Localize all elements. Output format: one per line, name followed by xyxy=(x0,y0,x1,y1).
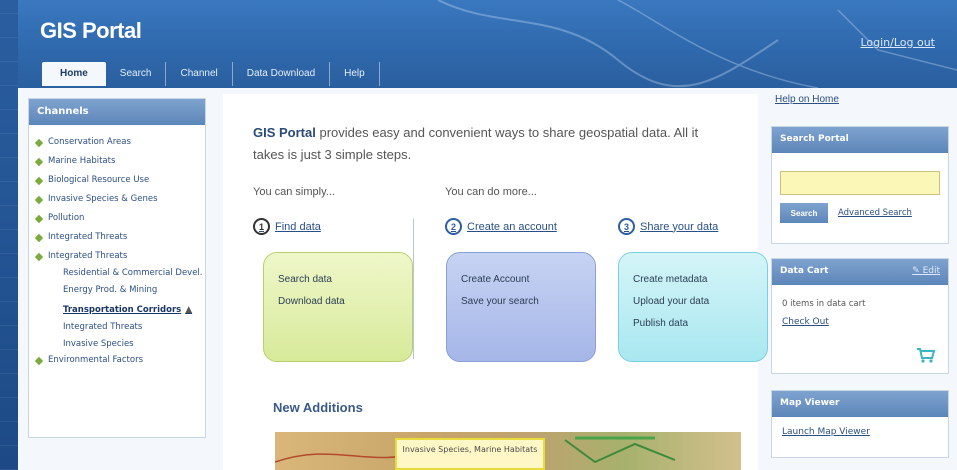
new-addition-map-thumbnail[interactable]: Invasive Species, Marine Habitats xyxy=(275,432,741,470)
intro-text: GIS Portal provides easy and convenient … xyxy=(253,125,699,162)
column-divider xyxy=(413,219,414,359)
col-more-heading: You can do more... xyxy=(445,186,537,198)
step-number-icon: 2 xyxy=(445,218,462,235)
channel-subitem-hover[interactable]: Transportation Corridors ▲ xyxy=(35,303,199,317)
diamond-bullet-icon xyxy=(34,356,44,365)
cart-box-title: Data Cart ✎ Edit xyxy=(772,259,948,285)
sidebar-title: Channels xyxy=(29,99,205,125)
tab-home[interactable]: Home xyxy=(42,62,106,86)
tab-data-download[interactable]: Data Download xyxy=(233,62,331,86)
cart-status-text: 0 items in data cart xyxy=(782,299,866,309)
search-portal-box: Search Portal Search Advanced Search xyxy=(771,126,949,244)
login-link[interactable]: Login/Log out xyxy=(860,36,935,49)
diamond-bullet-icon xyxy=(34,176,44,185)
search-input[interactable] xyxy=(780,171,940,195)
card-link[interactable]: Create metadata xyxy=(633,269,753,291)
help-link[interactable]: Help on Home xyxy=(775,94,839,105)
tab-help[interactable]: Help xyxy=(330,62,380,86)
advanced-search-link[interactable]: Advanced Search xyxy=(838,208,912,218)
share-data-card: Create metadata Upload your data Publish… xyxy=(618,252,768,362)
step-share-data[interactable]: 3 Share your data xyxy=(618,218,718,235)
tab-channel[interactable]: Channel xyxy=(166,62,233,86)
channel-subitem[interactable]: Energy Prod. & Mining xyxy=(35,283,199,297)
step-number-icon: 1 xyxy=(253,218,270,235)
channel-subitem[interactable]: Residential & Commercial Devel. xyxy=(35,266,203,280)
channels-sidebar: Channels Conservation Areas Marine Habit… xyxy=(28,98,206,438)
mouse-cursor-icon: ▲ xyxy=(185,305,193,315)
find-data-card: Search data Download data xyxy=(263,252,413,362)
channel-item[interactable]: Pollution xyxy=(34,209,199,228)
channel-subitem[interactable]: Invasive Species xyxy=(35,337,199,351)
search-actions: Search Advanced Search xyxy=(780,203,940,223)
diamond-bullet-icon xyxy=(34,157,44,166)
card-link[interactable]: Publish data xyxy=(633,313,753,335)
diamond-bullet-icon xyxy=(34,195,44,204)
map-caption-label: Invasive Species, Marine Habitats xyxy=(395,438,545,470)
search-button[interactable]: Search xyxy=(780,203,828,223)
card-link[interactable]: Download data xyxy=(278,291,398,313)
channel-item[interactable]: Invasive Species & Genes xyxy=(34,190,199,209)
data-cart-box: Data Cart ✎ Edit 0 items in data cart Ch… xyxy=(771,258,949,374)
channel-item[interactable]: Integrated Threats xyxy=(34,228,199,247)
map-viewer-box: Map Viewer Launch Map Viewer xyxy=(771,390,949,458)
account-card: Create Account Save your search xyxy=(446,252,596,362)
card-link[interactable]: Create Account xyxy=(461,269,581,291)
diamond-bullet-icon xyxy=(34,233,44,242)
diamond-bullet-icon xyxy=(34,138,44,147)
shopping-cart-icon[interactable] xyxy=(916,347,936,363)
map-viewer-title: Map Viewer xyxy=(772,391,948,417)
channel-item[interactable]: Environmental Factors xyxy=(34,351,199,370)
cart-edit-link[interactable]: ✎ Edit xyxy=(912,266,940,278)
site-header: GIS Portal Login/Log out Home Search Cha… xyxy=(18,0,957,88)
checkout-link[interactable]: Check Out xyxy=(772,315,948,329)
diamond-bullet-icon xyxy=(34,214,44,223)
card-link[interactable]: Search data xyxy=(278,269,398,291)
channel-item[interactable]: Marine Habitats xyxy=(34,152,199,171)
diamond-bullet-icon xyxy=(34,252,44,261)
col-simple-heading: You can simply... xyxy=(253,186,335,198)
tab-search[interactable]: Search xyxy=(106,62,167,86)
step-find-data[interactable]: 1 Find data xyxy=(253,218,321,235)
card-link[interactable]: Upload your data xyxy=(633,291,753,313)
step-number-icon: 3 xyxy=(618,218,635,235)
card-link[interactable]: Save your search xyxy=(461,291,581,313)
site-logo[interactable]: GIS Portal xyxy=(40,18,142,44)
channel-subitem[interactable]: Integrated Threats xyxy=(35,320,199,334)
browser-page: GIS Portal Login/Log out Home Search Cha… xyxy=(18,0,957,470)
channel-item[interactable]: Biological Resource Use xyxy=(34,171,199,190)
channel-item[interactable]: Conservation Areas xyxy=(34,133,199,152)
new-additions-heading: New Additions xyxy=(273,400,363,415)
channel-list: Conservation Areas Marine Habitats Biolo… xyxy=(29,125,205,378)
channel-item-expanded[interactable]: Integrated Threats xyxy=(34,247,199,266)
search-box-title: Search Portal xyxy=(772,127,948,153)
launch-map-viewer-link[interactable]: Launch Map Viewer xyxy=(772,417,948,447)
main-nav: Home Search Channel Data Download Help xyxy=(42,62,380,86)
main-content: GIS Portal provides easy and convenient … xyxy=(223,94,768,470)
step-create-account[interactable]: 2 Create an account xyxy=(445,218,557,235)
